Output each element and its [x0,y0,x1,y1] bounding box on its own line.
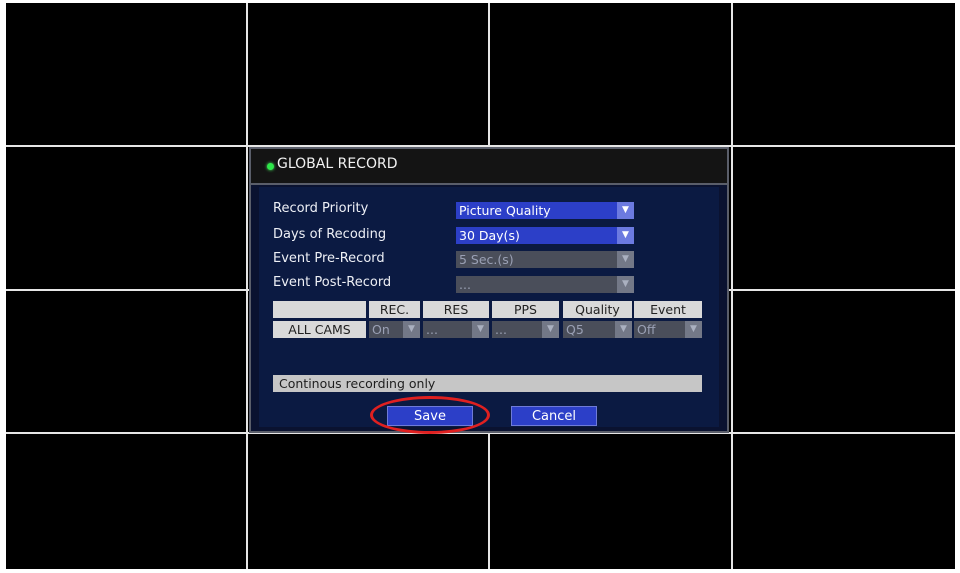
table-header-quality: Quality [563,301,632,318]
chevron-down-icon: ▼ [615,321,632,338]
table-header-rec: REC. [369,301,420,318]
record-priority-select[interactable]: Picture Quality ▼ [456,202,634,219]
grid-divider [731,3,733,569]
res-select[interactable]: ... ▼ [423,321,489,338]
table-header-camera [273,301,366,318]
status-dot-icon [267,163,274,170]
cancel-button[interactable]: Cancel [511,406,597,426]
event-post-record-select[interactable]: ... ▼ [456,276,634,293]
dialog-title: GLOBAL RECORD [277,156,398,172]
chevron-down-icon: ▼ [685,321,702,338]
rec-select[interactable]: On ▼ [369,321,420,338]
chevron-down-icon: ▼ [403,321,420,338]
rec-value: On [372,322,390,337]
info-message: Continous recording only [273,375,702,392]
chevron-down-icon: ▼ [617,276,634,293]
quality-value: Q5 [566,322,584,337]
chevron-down-icon: ▼ [617,227,634,244]
pps-value: ... [495,322,507,337]
days-of-recording-select[interactable]: 30 Day(s) ▼ [456,227,634,244]
res-value: ... [426,322,438,337]
quality-select[interactable]: Q5 ▼ [563,321,632,338]
event-pre-record-value: 5 Sec.(s) [459,252,514,267]
save-highlight-annotation [370,396,490,434]
all-cams-button[interactable]: ALL CAMS [273,321,366,338]
chevron-down-icon: ▼ [617,251,634,268]
event-value: Off [637,322,656,337]
table-header-event: Event [634,301,702,318]
table-header-pps: PPS [492,301,559,318]
event-select[interactable]: Off ▼ [634,321,702,338]
record-priority-label: Record Priority [273,201,369,216]
grid-divider [246,3,248,569]
chevron-down-icon: ▼ [542,321,559,338]
days-of-recording-label: Days of Recoding [273,227,387,242]
chevron-down-icon: ▼ [472,321,489,338]
event-post-record-label: Event Post-Record [273,275,392,290]
record-priority-value: Picture Quality [459,203,551,218]
chevron-down-icon: ▼ [617,202,634,219]
event-pre-record-label: Event Pre-Record [273,251,385,266]
dialog-titlebar: GLOBAL RECORD [251,149,727,185]
pps-select[interactable]: ... ▼ [492,321,559,338]
table-header-res: RES [423,301,489,318]
event-pre-record-select[interactable]: 5 Sec.(s) ▼ [456,251,634,268]
event-post-record-value: ... [459,277,471,292]
days-of-recording-value: 30 Day(s) [459,228,520,243]
